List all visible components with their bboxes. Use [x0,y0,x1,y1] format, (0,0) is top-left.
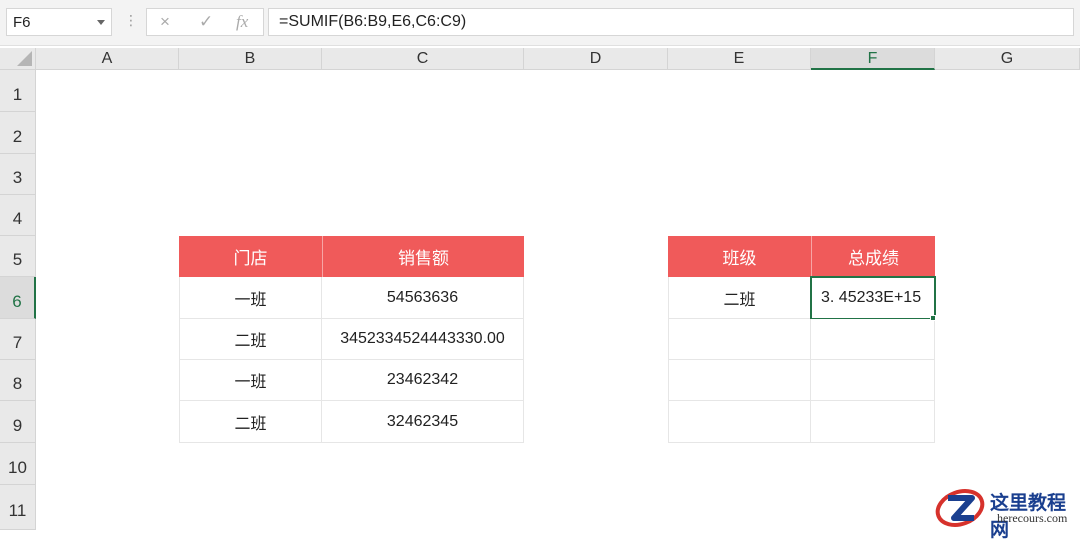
column-header-b[interactable]: B [179,48,322,70]
sales-store-cell[interactable]: 二班 [179,319,322,360]
sales-store-cell[interactable]: 二班 [179,401,322,443]
row-header-1[interactable]: 1 [0,70,36,112]
sales-amount-cell[interactable]: 54563636 [322,277,524,319]
row-header-11[interactable]: 11 [0,485,36,530]
summary-total-cell[interactable] [811,401,935,443]
column-header-f[interactable]: F [811,48,935,70]
summary-class-cell[interactable] [668,401,811,443]
column-header-g[interactable]: G [935,48,1080,70]
row-header-6[interactable]: 6 [0,277,36,319]
selected-cell-f6[interactable]: 3. 45233E+15 [810,276,936,320]
chevron-down-icon[interactable] [97,20,105,25]
column-header-e[interactable]: E [668,48,811,70]
summary-header-total[interactable]: 总成绩 [811,236,935,277]
row-header-7[interactable]: 7 [0,319,36,360]
more-dots-icon: ⋮ [124,12,138,28]
sales-store-cell[interactable]: 一班 [179,360,322,401]
cancel-icon[interactable]: × [160,12,170,32]
sales-header-store[interactable]: 门店 [179,236,322,277]
summary-class-cell[interactable] [668,319,811,360]
summary-total-cell[interactable] [811,360,935,401]
formula-text: =SUMIF(B6:B9,E6,C6:C9) [279,13,467,30]
summary-class-cell[interactable]: 二班 [668,277,811,319]
insert-function-icon[interactable]: fx [236,12,248,32]
sales-amount-cell[interactable]: 3452334524443330.00 [322,319,524,360]
name-box-value: F6 [13,14,31,31]
name-box[interactable]: F6 [6,8,112,36]
sales-amount-cell[interactable]: 32462345 [322,401,524,443]
formula-buttons: × ✓ fx [146,8,264,36]
column-header-a[interactable]: A [36,48,179,70]
column-header-d[interactable]: D [524,48,668,70]
summary-header-class[interactable]: 班级 [668,236,811,277]
row-header-2[interactable]: 2 [0,112,36,154]
row-header-9[interactable]: 9 [0,401,36,443]
watermark-logo-icon [934,486,990,528]
row-header-5[interactable]: 5 [0,236,36,277]
sales-amount-cell[interactable]: 23462342 [322,360,524,401]
select-all-corner[interactable] [0,48,36,70]
sales-store-cell[interactable]: 一班 [179,277,322,319]
enter-icon[interactable]: ✓ [199,12,213,32]
row-header-3[interactable]: 3 [0,154,36,195]
row-header-4[interactable]: 4 [0,195,36,236]
sales-header-amount[interactable]: 销售额 [322,236,524,277]
fill-handle[interactable] [930,315,936,321]
summary-total-cell[interactable] [811,319,935,360]
summary-class-cell[interactable] [668,360,811,401]
formula-input[interactable]: =SUMIF(B6:B9,E6,C6:C9) [268,8,1074,36]
column-header-c[interactable]: C [322,48,524,70]
row-header-8[interactable]: 8 [0,360,36,401]
row-header-10[interactable]: 10 [0,443,36,485]
watermark-url: herecours.com [997,511,1068,525]
